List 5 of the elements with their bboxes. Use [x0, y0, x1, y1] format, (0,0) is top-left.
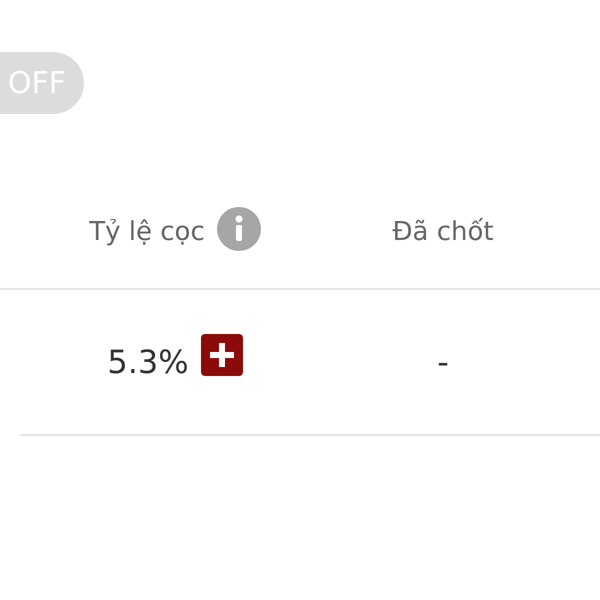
table-cell: 5.3% [107, 343, 189, 381]
column-header: Tỷ lệ cọc [89, 217, 205, 247]
expand-icon[interactable] [200, 334, 243, 376]
column-header: Đã chốt [392, 217, 494, 247]
table-cell: - [437, 343, 449, 381]
